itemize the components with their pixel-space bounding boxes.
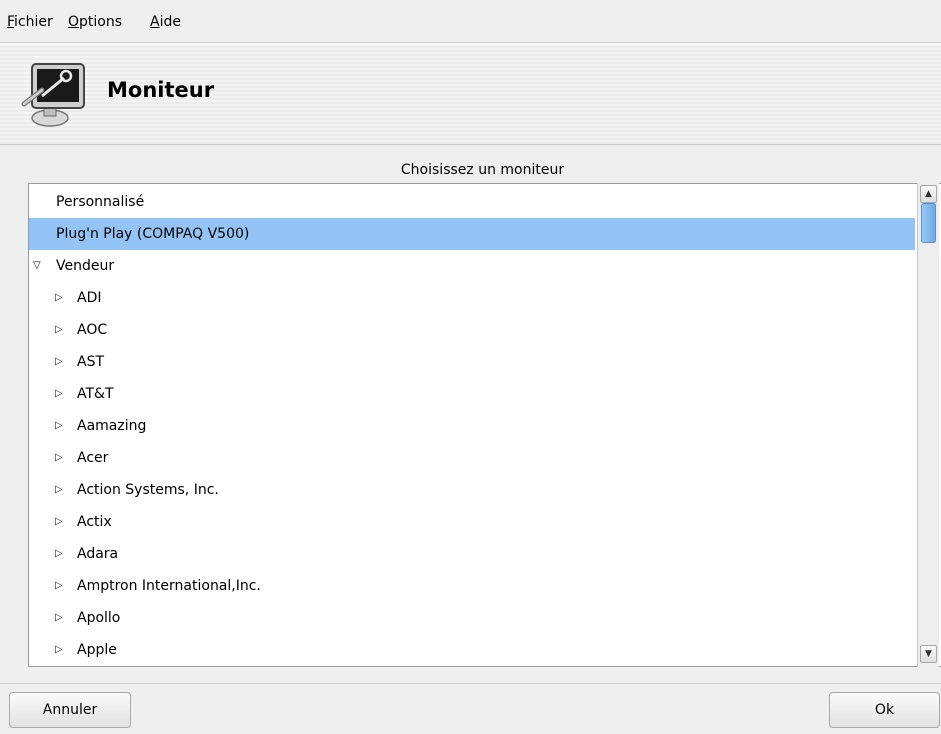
collapse-arrow-icon[interactable]: ▷ bbox=[55, 602, 63, 634]
menu-bar: Fichier Options Aide bbox=[0, 0, 941, 42]
collapse-arrow-icon[interactable]: ▷ bbox=[55, 346, 63, 378]
tree-item[interactable]: ▷ Apollo bbox=[29, 602, 915, 634]
tree-item[interactable]: ▷ Aamazing bbox=[29, 410, 915, 442]
tree-item[interactable]: ▷ ADI bbox=[29, 282, 915, 314]
tree-item-label: Action Systems, Inc. bbox=[77, 482, 219, 498]
arrow-down-icon: ▼ bbox=[925, 649, 932, 659]
collapse-arrow-icon[interactable]: ▷ bbox=[55, 474, 63, 506]
tree-item-label: Acer bbox=[77, 450, 109, 466]
tree-item-label: Amptron International,Inc. bbox=[77, 578, 261, 594]
tree-item[interactable]: ▷ Action Systems, Inc. bbox=[29, 474, 915, 506]
cancel-button[interactable]: Annuler bbox=[9, 692, 131, 728]
tree-item[interactable]: ▷ Adara bbox=[29, 538, 915, 570]
tree-item[interactable]: ▷ AST bbox=[29, 346, 915, 378]
tree-item[interactable]: ▷ Acer bbox=[29, 442, 915, 474]
banner-divider bbox=[0, 144, 941, 145]
collapse-arrow-icon[interactable]: ▷ bbox=[55, 538, 63, 570]
monitor-tree-list[interactable]: Personnalisé Plug'n Play (COMPAQ V500) ▽ Ve… bbox=[28, 183, 941, 667]
menu-fichier[interactable]: Fichier bbox=[7, 14, 53, 30]
tree-item-label: Actix bbox=[77, 514, 112, 530]
page-title: Moniteur bbox=[107, 78, 215, 102]
tree-item-label: AST bbox=[77, 354, 105, 370]
menu-options[interactable]: Options bbox=[68, 14, 122, 30]
tree-item-label: Vendeur bbox=[56, 258, 115, 274]
collapse-arrow-icon[interactable]: ▷ bbox=[55, 634, 63, 666]
tree-item-label: Personnalisé bbox=[56, 194, 145, 210]
vertical-scrollbar[interactable]: ▲ ▼ bbox=[917, 183, 939, 667]
tree-item[interactable]: ▷ Actix bbox=[29, 506, 915, 538]
tree-item[interactable]: ▷ Apple bbox=[29, 634, 915, 666]
scroll-down-button[interactable]: ▼ bbox=[920, 645, 937, 663]
button-bar-divider bbox=[0, 683, 941, 684]
tree-item-label: AOC bbox=[77, 322, 108, 338]
tree-item[interactable]: ▷ Amptron International,Inc. bbox=[29, 570, 915, 602]
tree-item-label: Apple bbox=[77, 642, 117, 658]
collapse-arrow-icon[interactable]: ▷ bbox=[55, 378, 63, 410]
tree-item[interactable]: ▽ Vendeur bbox=[29, 250, 915, 282]
scroll-up-button[interactable]: ▲ bbox=[920, 185, 937, 203]
menu-aide[interactable]: Aide bbox=[150, 14, 181, 30]
tree-item-label: Plug'n Play (COMPAQ V500) bbox=[56, 226, 250, 242]
arrow-up-icon: ▲ bbox=[925, 189, 932, 199]
tree-item[interactable]: ▷ AOC bbox=[29, 314, 915, 346]
collapse-arrow-icon[interactable]: ▷ bbox=[55, 506, 63, 538]
collapse-arrow-icon[interactable]: ▷ bbox=[55, 314, 63, 346]
scroll-thumb[interactable] bbox=[921, 203, 936, 243]
collapse-arrow-icon[interactable]: ▷ bbox=[55, 282, 63, 314]
collapse-arrow-icon[interactable]: ▷ bbox=[55, 570, 63, 602]
tree-item-label: Adara bbox=[77, 546, 119, 562]
list-caption: Choisissez un moniteur bbox=[400, 162, 565, 178]
tree-item-label: Aamazing bbox=[77, 418, 147, 434]
tree-item-label: ADI bbox=[77, 290, 102, 306]
tree-item-label: Apollo bbox=[77, 610, 121, 626]
collapse-arrow-icon[interactable]: ▷ bbox=[55, 410, 63, 442]
expand-arrow-icon[interactable]: ▽ bbox=[33, 250, 41, 282]
monitor-wrench-icon bbox=[21, 63, 85, 127]
tree-item[interactable]: ▷ AT&T bbox=[29, 378, 915, 410]
tree-item-label: AT&T bbox=[77, 386, 114, 402]
tree-item[interactable]: Personnalisé bbox=[29, 186, 915, 218]
ok-button[interactable]: Ok bbox=[829, 692, 940, 728]
collapse-arrow-icon[interactable]: ▷ bbox=[55, 442, 63, 474]
tree-item[interactable]: Plug'n Play (COMPAQ V500) bbox=[29, 218, 915, 250]
